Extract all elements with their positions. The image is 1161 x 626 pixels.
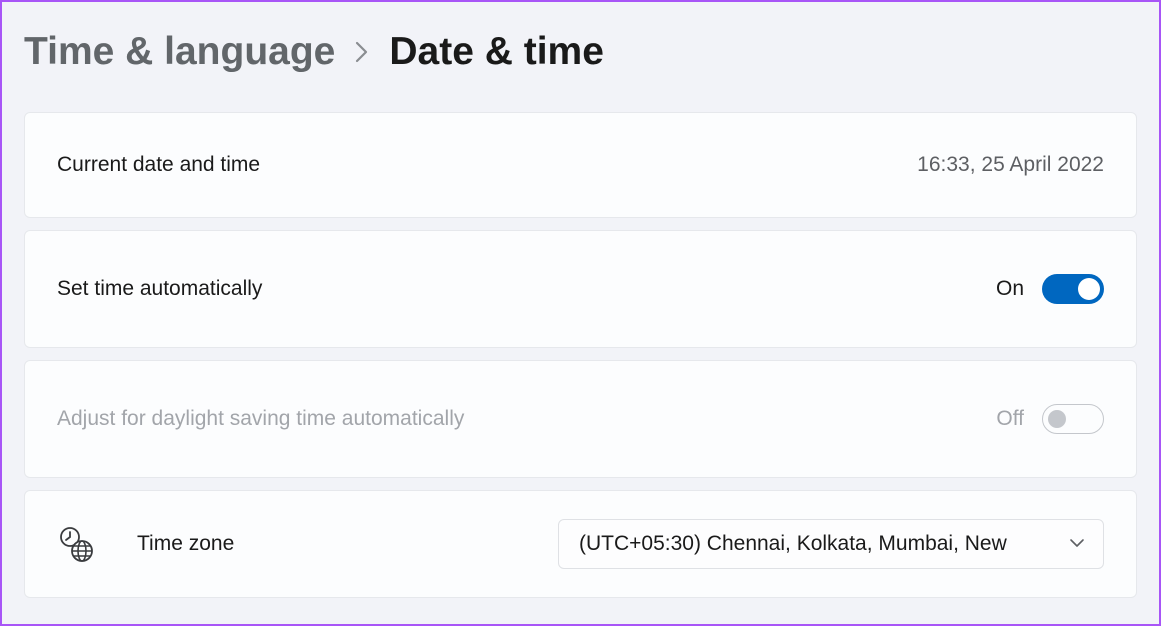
set-time-auto-card: Set time automatically On	[24, 230, 1137, 348]
timezone-card: Time zone (UTC+05:30) Chennai, Kolkata, …	[24, 490, 1137, 598]
clock-globe-icon	[57, 526, 93, 562]
breadcrumb-parent-link[interactable]: Time & language	[24, 30, 335, 74]
set-time-auto-label: Set time automatically	[57, 277, 262, 301]
timezone-dropdown[interactable]: (UTC+05:30) Chennai, Kolkata, Mumbai, Ne…	[558, 519, 1104, 569]
dst-auto-card: Adjust for daylight saving time automati…	[24, 360, 1137, 478]
current-datetime-value: 16:33, 25 April 2022	[917, 153, 1104, 177]
chevron-down-icon	[1069, 535, 1085, 553]
timezone-left-group: Time zone	[57, 526, 234, 562]
dst-auto-control: Off	[996, 404, 1104, 434]
dst-auto-label: Adjust for daylight saving time automati…	[57, 407, 464, 431]
timezone-dropdown-value: (UTC+05:30) Chennai, Kolkata, Mumbai, Ne…	[579, 532, 1059, 556]
current-datetime-card: Current date and time 16:33, 25 April 20…	[24, 112, 1137, 218]
dst-auto-state-text: Off	[996, 407, 1024, 431]
set-time-auto-toggle[interactable]	[1042, 274, 1104, 304]
set-time-auto-control: On	[996, 274, 1104, 304]
dst-auto-toggle	[1042, 404, 1104, 434]
current-datetime-label: Current date and time	[57, 153, 260, 177]
set-time-auto-state-text: On	[996, 277, 1024, 301]
timezone-label: Time zone	[137, 532, 234, 556]
page-title: Date & time	[389, 30, 604, 74]
breadcrumb: Time & language Date & time	[24, 24, 1137, 74]
chevron-right-icon	[355, 41, 369, 63]
